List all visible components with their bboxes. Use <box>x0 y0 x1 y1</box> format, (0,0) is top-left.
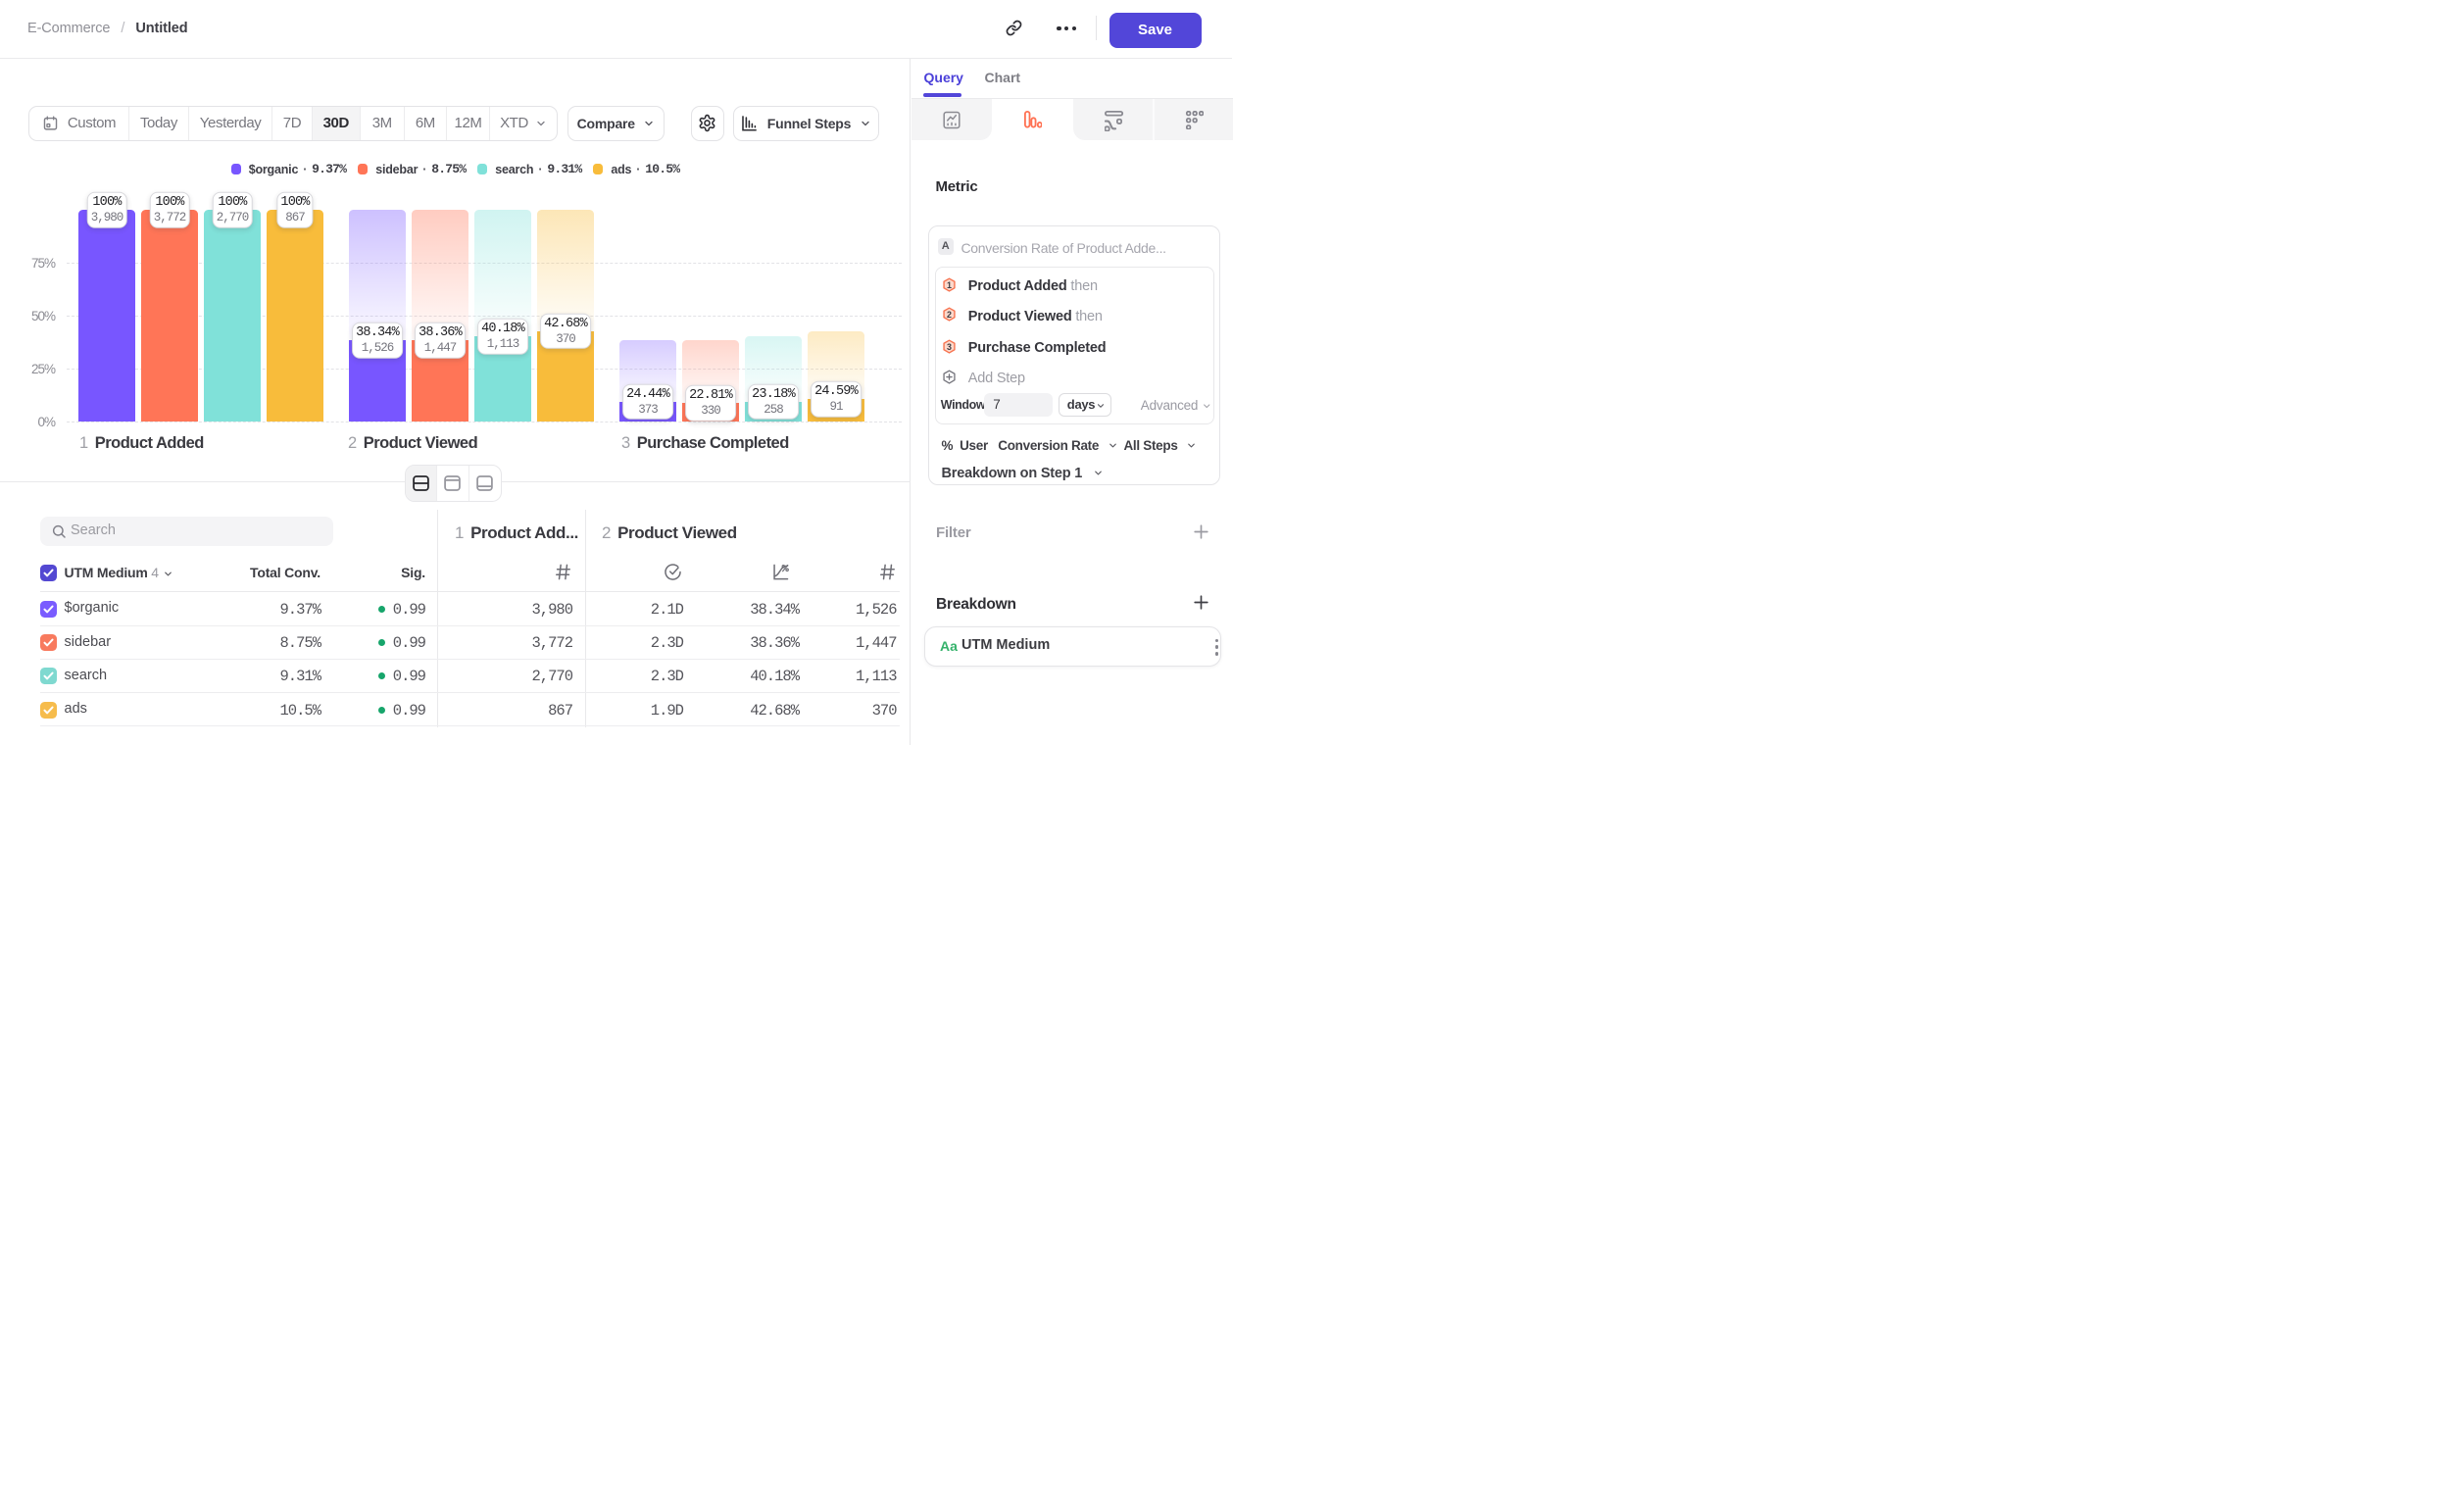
svg-text:2: 2 <box>947 310 952 320</box>
svg-text:1: 1 <box>947 280 952 290</box>
svg-text:3: 3 <box>947 342 952 352</box>
